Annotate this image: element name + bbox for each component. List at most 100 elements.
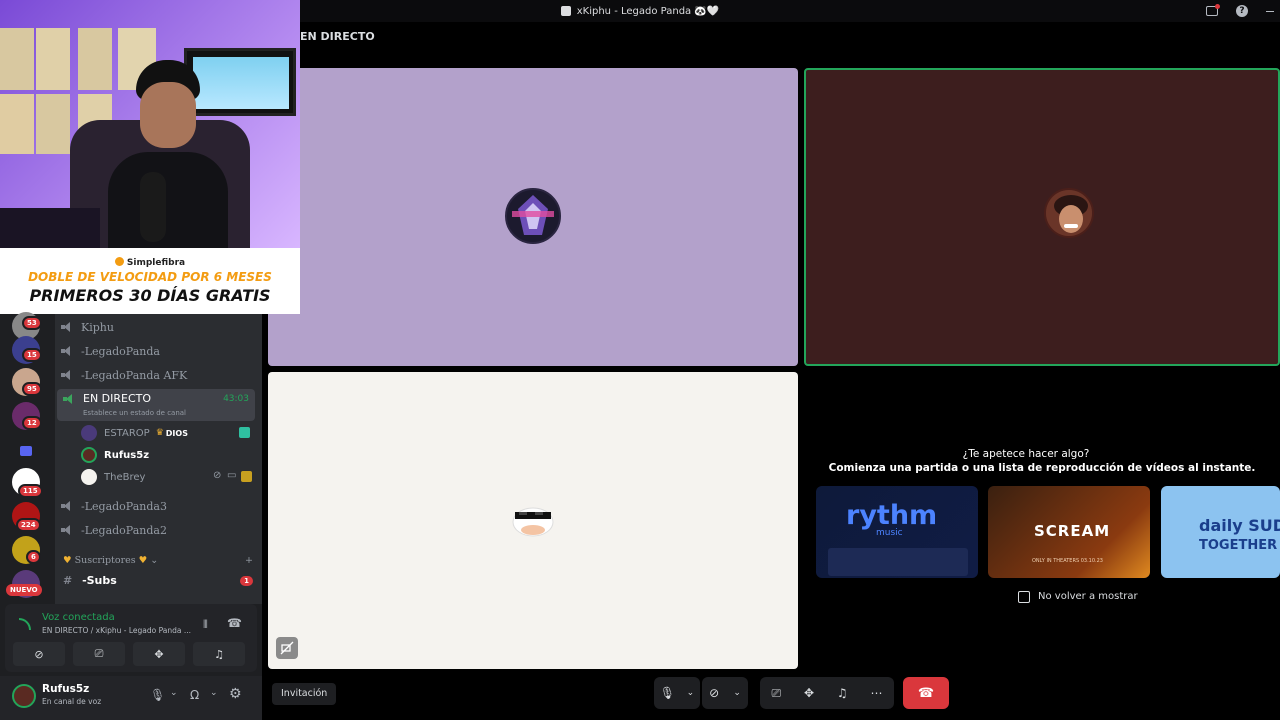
user-avatar [81,469,97,485]
scream-title: SCREAM [1034,522,1111,540]
activities-button[interactable]: ✥ [133,642,185,666]
server-list: 53 15 95 12 115 224 6 NUEVO [0,312,50,600]
channel-list: Kiphu -LegadoPanda -LegadoPanda AFK EN D… [55,314,262,604]
inbox-icon[interactable] [1206,4,1220,16]
voice-channel-kiphu[interactable]: Kiphu [61,316,257,338]
chevron-down-icon[interactable]: ⌄ [210,688,218,698]
category-name: Suscriptores [74,555,136,566]
text-channel-subs[interactable]: # -Subs 1 [63,574,253,590]
channel-name: -Subs [82,574,117,587]
hang-up-icon: ☎ [917,685,935,701]
unread-badge: 1 [240,576,253,586]
promo-line2: PRIMEROS 30 DÍAS GRATIS [29,286,271,305]
crown-icon: ♛ [155,428,164,438]
channel-name: -LegadoPanda2 [81,523,167,537]
soundboard-button[interactable]: ♫ [193,642,245,666]
new-badge: NUEVO [6,584,42,596]
chevron-up-icon: ⌄ [686,688,695,698]
video-off-icon [276,637,298,659]
voice-location[interactable]: EN DIRECTO / xKiphu - Legado Panda ... [42,626,191,635]
voice-user-rufus5z[interactable]: Rufus5z [81,445,149,465]
settings-gear-icon[interactable]: ⚙ [229,686,242,702]
promo-line1: DOBLE DE VELOCIDAD POR 6 MESES [28,270,272,284]
channel-status[interactable]: Establece un estado de canal [83,409,186,417]
activities-icon[interactable]: ✥ [804,686,814,700]
activity-card-scream[interactable]: SCREAM ONLY IN THEATERS 03.10.23 [988,486,1150,578]
speaker-icon [61,322,73,332]
minimize-icon[interactable] [1266,10,1274,12]
voice-channel-en-directo[interactable]: EN DIRECTO 43:03 Establece un estado de … [57,389,255,421]
chevron-down-icon[interactable]: ⌄ [170,688,178,698]
user-avatar [81,447,97,463]
rufus-avatar [1044,188,1094,238]
server-badge-3: 95 [22,382,42,396]
estarop-logo-icon [512,195,554,235]
category-suscriptores[interactable]: ♥ Suscriptores ♥ ⌄ + [63,555,253,566]
channel-name: Kiphu [81,320,114,334]
speaker-icon [61,525,73,535]
microphone-icon [140,172,166,242]
server-badge-6: 224 [16,518,41,532]
user-avatar [81,425,97,441]
user-name[interactable]: Rufus5z [42,683,89,695]
video-tile-rufus[interactable] [804,68,1280,366]
user-name: TheBrey [104,471,146,483]
disconnect-icon[interactable]: ☎ [227,616,242,630]
simplefibra-brand: Simplefibra [0,257,300,268]
voice-user-estarop[interactable]: ESTAROP ♛ DIOS [81,423,250,443]
mic-control[interactable]: 🎙 ⌄ [654,677,700,709]
server-badge-1: 53 [22,316,42,330]
headphones-icon[interactable]: Ω [190,688,199,702]
voice-channel-legadopanda[interactable]: -LegadoPanda [61,340,257,362]
user-tag: DIOS [165,428,188,438]
share-controls: ⎚ ✥ ♫ ⋯ [760,677,894,709]
folder-icon[interactable] [20,446,32,456]
video-tile-thebrey[interactable] [268,372,798,669]
hang-up-button[interactable]: ☎ [903,677,949,709]
soundboard-icon[interactable]: ♫ [837,686,848,700]
screen-share-button[interactable]: ⎚ [73,642,125,666]
muted-mic-icon: ⊘ [213,470,222,481]
dont-show-checkbox[interactable] [1018,591,1030,603]
voice-status[interactable]: Voz conectada [42,612,115,623]
chevron-up-icon: ⌄ [733,688,741,698]
user-bar: Rufus5z En canal de voz 🎙 ⌄ Ω ⌄ ⚙ [0,676,262,720]
more-options-icon[interactable]: ⋯ [871,686,883,700]
microphone-icon[interactable]: 🎙 [150,688,165,702]
activity-subtitle: Comienza una partida o una lista de repr… [828,462,1256,474]
channel-timer: 43:03 [223,394,249,404]
invite-button[interactable]: Invitación [272,683,337,705]
video-tile-estarop[interactable] [268,68,798,366]
channel-name: -LegadoPanda3 [81,499,167,513]
chevron-down-icon: ⌄ [150,555,159,566]
screen-share-icon[interactable]: ⎚ [771,686,781,701]
voice-channel-afk[interactable]: -LegadoPanda AFK [61,364,257,386]
voice-channel-legadopanda3[interactable]: -LegadoPanda3 [61,495,257,517]
camera-off-button[interactable]: ⊘ [13,642,65,666]
stage-header: EN DIRECTO [300,30,375,43]
user-avatar[interactable] [12,684,36,708]
sudoku-sub: TOGETHER [1199,538,1278,553]
help-icon[interactable]: ? [1236,5,1248,17]
voice-channel-legadopanda2[interactable]: -LegadoPanda2 [61,519,257,541]
activity-icon [239,427,250,438]
screen-share-icon: ⎚ [94,647,104,660]
camera-off-icon: ⊘ [34,647,44,661]
activity-card-rythm[interactable]: rythm music [816,486,978,578]
add-channel-icon[interactable]: + [245,555,253,566]
noise-suppression-icon[interactable]: ⦀ [203,618,208,632]
rythm-title: rythm [846,500,938,531]
window-title: xKiphu - Legado Panda 🐼🤍 [576,5,720,17]
voice-user-thebrey[interactable]: TheBrey ⊘ ▭ [81,467,252,487]
dont-show-label: No volver a mostrar [1038,591,1138,602]
activity-card-sudoku[interactable]: daily SUDOKU TOGETHER [1161,486,1280,578]
game-icon [241,471,252,482]
sudoku-title: daily SUDOKU [1199,516,1280,535]
microphone-icon: 🎙 [659,686,676,700]
rythm-sub: music [876,528,903,538]
camera-control[interactable]: ⊘ ⌄ [702,677,748,709]
channel-name: -LegadoPanda AFK [81,368,188,382]
server-badge-7: 6 [26,550,41,564]
promo-banner: Simplefibra DOBLE DE VELOCIDAD POR 6 MES… [0,248,300,314]
video-off-icon: ▭ [227,470,237,481]
